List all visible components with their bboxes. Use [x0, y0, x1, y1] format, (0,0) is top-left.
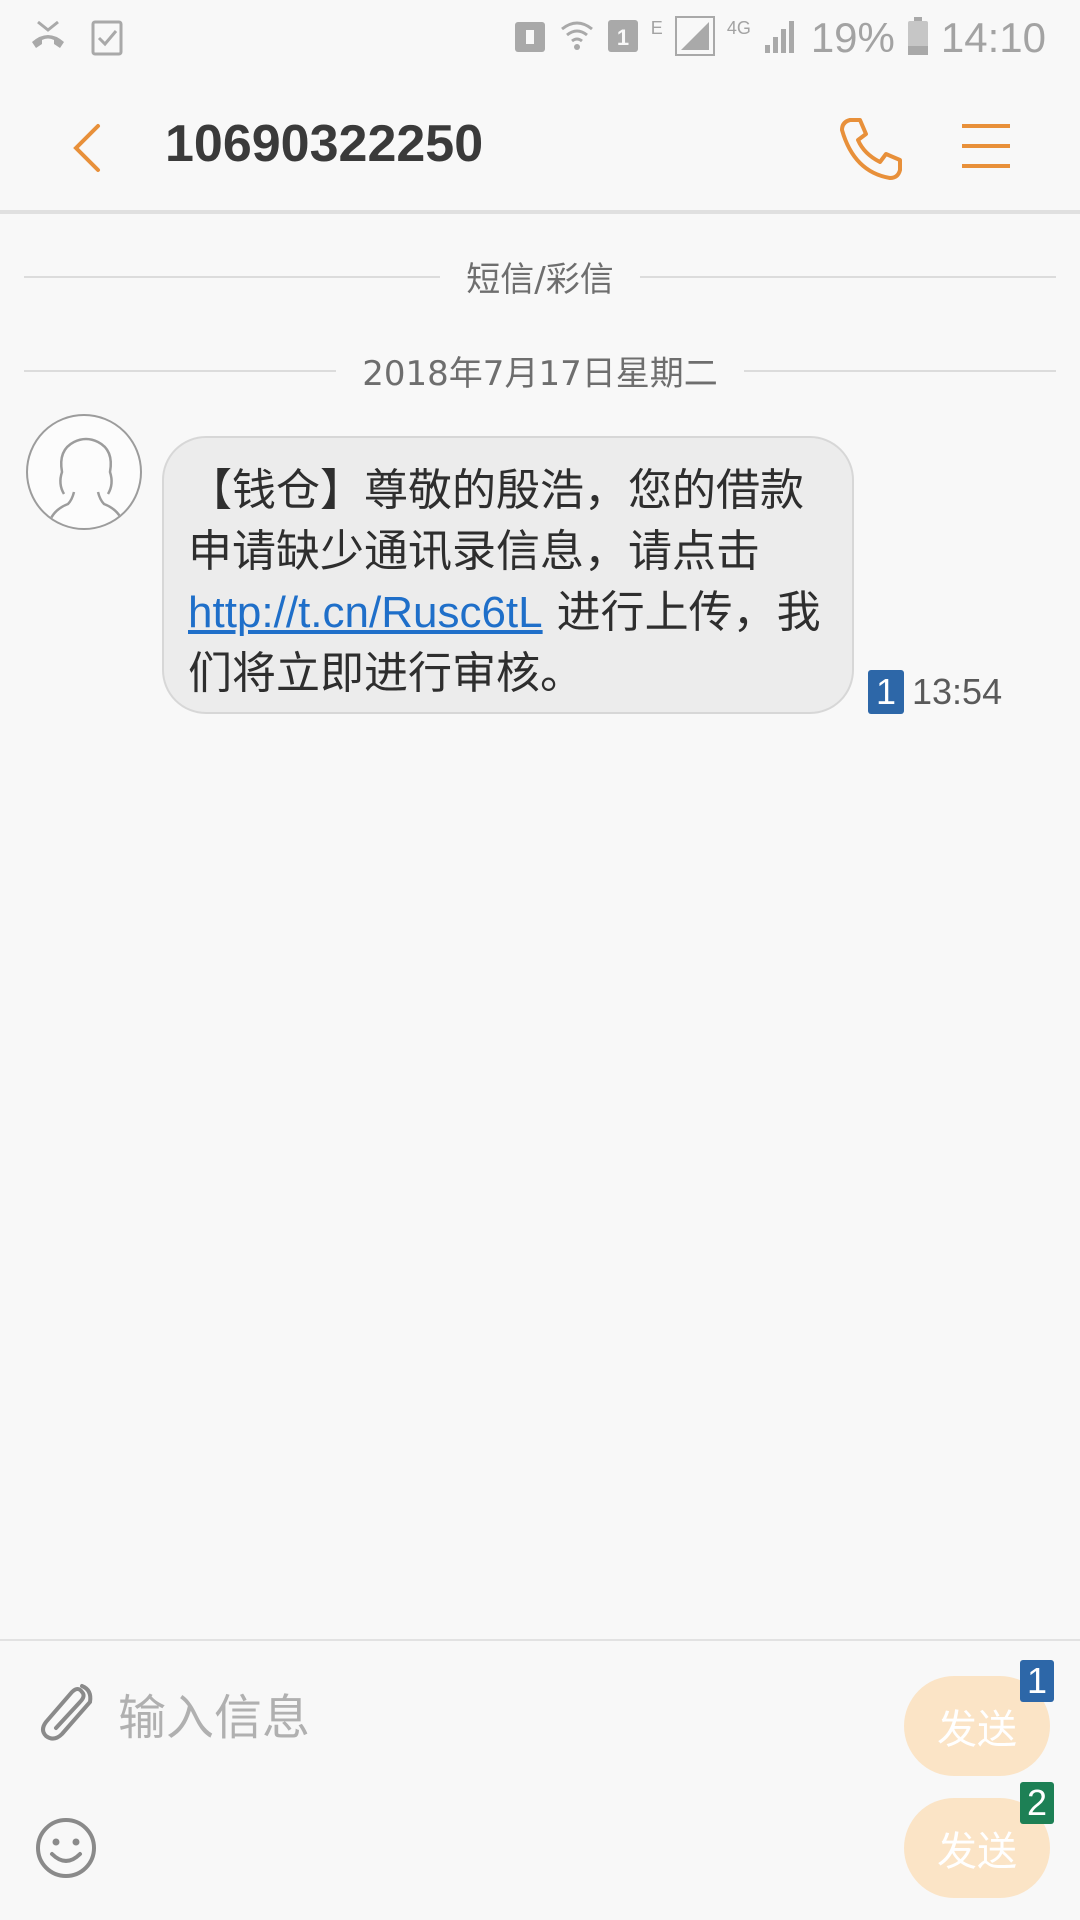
message-meta: 1 13:54 [868, 670, 1002, 714]
message-link[interactable]: http://t.cn/Rusc6tL [188, 588, 543, 637]
send-sim-badge-1: 1 [1020, 1660, 1054, 1702]
conversation-title: 10690322250 [165, 115, 484, 173]
emoji-button[interactable] [34, 1816, 98, 1880]
status-bar: 1 E 4G 19% 14:10 [0, 0, 1080, 78]
paperclip-icon [41, 1684, 93, 1741]
wifi-icon [559, 17, 595, 59]
back-arrow-icon [73, 124, 100, 172]
svg-text:1: 1 [617, 25, 629, 50]
sim-badge: 1 [868, 670, 904, 714]
task-check-icon [90, 18, 124, 60]
back-button[interactable] [60, 118, 120, 178]
signal-icon [763, 17, 799, 59]
menu-icon [962, 124, 1010, 168]
sim-icon: 1 [607, 19, 639, 57]
network-e-label: E [650, 18, 663, 38]
phone-icon [840, 118, 902, 180]
message-text: 【钱仓】尊敬的殷浩，您的借款申请缺少通讯录信息，请点击 [188, 465, 804, 577]
app-bar: 10690322250 [0, 78, 1080, 212]
date-separator: 2018年7月17日星期二 [24, 346, 1056, 395]
signal-icon [674, 16, 715, 60]
message-time: 13:54 [912, 671, 1003, 712]
date-label: 2018年7月17日星期二 [362, 354, 718, 394]
network-4g-label: 4G [726, 18, 751, 38]
status-time: 14:10 [940, 14, 1046, 61]
attach-button[interactable] [32, 1676, 100, 1748]
contact-silhouette-icon [46, 437, 126, 527]
call-button[interactable] [836, 114, 906, 184]
message-input[interactable] [118, 1680, 878, 1756]
missed-call-icon [28, 18, 68, 60]
battery-icon [907, 16, 929, 60]
menu-button[interactable] [958, 116, 1014, 176]
composer-divider [0, 1639, 1080, 1641]
avatar[interactable] [26, 414, 142, 530]
message-bubble[interactable]: 【钱仓】尊敬的殷浩，您的借款申请缺少通讯录信息，请点击 http://t.cn/… [162, 436, 854, 714]
message-type-separator: 短信/彩信 [24, 252, 1056, 301]
message-type-label: 短信/彩信 [466, 260, 614, 300]
nfc-lock-icon [513, 18, 547, 58]
battery-percent: 19% [810, 14, 895, 61]
emoji-icon [36, 1818, 96, 1878]
send-sim-badge-2: 2 [1020, 1782, 1054, 1824]
app-bar-divider [0, 210, 1080, 214]
